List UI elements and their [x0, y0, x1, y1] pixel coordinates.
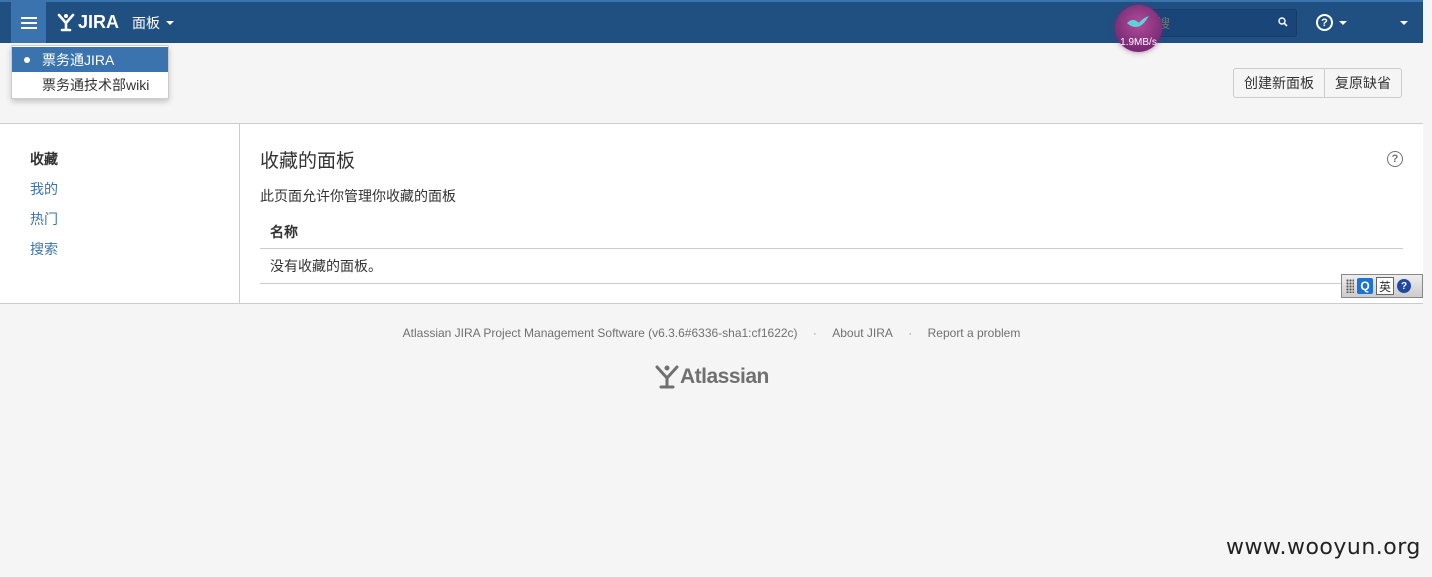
- chevron-down-icon: [1400, 20, 1408, 25]
- help-icon[interactable]: ?: [1387, 151, 1403, 167]
- chevron-down-icon: [1339, 20, 1347, 25]
- menu-icon: [20, 14, 37, 32]
- app-item-label: 票务通JIRA: [42, 51, 115, 68]
- jira-logo[interactable]: JIRA: [56, 10, 119, 34]
- table-row: 没有收藏的面板。: [260, 249, 1403, 284]
- create-dashboard-button[interactable]: 创建新面板: [1233, 68, 1325, 98]
- atlassian-logo[interactable]: Atlassian: [654, 364, 769, 390]
- network-speed-badge[interactable]: 1.9MB/s: [1115, 5, 1162, 52]
- logo-text: JIRA: [78, 11, 120, 32]
- atlassian-logo-text: Atlassian: [680, 365, 769, 388]
- footer-separator: ·: [812, 326, 817, 340]
- main-panel: 收藏 我的 热门 搜索 收藏的面板 ? 此页面允许你管理你收藏的面板 名称 没有…: [0, 123, 1423, 304]
- network-speed-text: 1.9MB/s: [1120, 37, 1157, 48]
- app-item-jira[interactable]: 票务通JIRA: [12, 47, 168, 72]
- search-input[interactable]: [1149, 10, 1269, 36]
- app-switcher-button[interactable]: [11, 2, 46, 43]
- atlassian-logo-icon: [655, 365, 679, 389]
- sidebar: 收藏 我的 热门 搜索: [0, 124, 240, 303]
- restore-default-button[interactable]: 复原缺省: [1325, 68, 1402, 98]
- report-problem-link[interactable]: Report a problem: [928, 326, 1021, 340]
- page-description: 此页面允许你管理你收藏的面板: [260, 188, 456, 204]
- content-area: 收藏的面板 ? 此页面允许你管理你收藏的面板 名称 没有收藏的面板。: [260, 124, 1403, 303]
- ime-help-icon[interactable]: ?: [1397, 279, 1411, 293]
- boards-menu[interactable]: 面板: [132, 2, 174, 43]
- top-header: JIRA 面板 ?: [0, 0, 1423, 43]
- boards-menu-label: 面板: [132, 14, 160, 31]
- app-item-wiki[interactable]: 票务通技术部wiki: [12, 72, 168, 97]
- drag-grip-icon[interactable]: [1346, 279, 1354, 293]
- footer: Atlassian JIRA Project Management Softwa…: [0, 326, 1423, 340]
- quick-search[interactable]: [1148, 9, 1297, 37]
- sidebar-item-mine[interactable]: 我的: [0, 178, 239, 208]
- about-jira-link[interactable]: About JIRA: [832, 326, 893, 340]
- column-header-name: 名称: [270, 224, 298, 240]
- user-menu[interactable]: [1394, 2, 1408, 43]
- footer-software-info: Atlassian JIRA Project Management Softwa…: [402, 326, 798, 340]
- footer-separator: ·: [908, 326, 913, 340]
- help-icon: ?: [1316, 14, 1333, 31]
- dashboard-actions: 创建新面板 复原缺省: [1233, 68, 1402, 98]
- ime-logo-icon[interactable]: Q: [1357, 278, 1373, 294]
- empty-message: 没有收藏的面板。: [270, 258, 382, 274]
- sidebar-item-search[interactable]: 搜索: [0, 238, 239, 268]
- watermark: www.wooyun.org: [1226, 535, 1421, 560]
- help-menu[interactable]: ?: [1316, 2, 1347, 43]
- sidebar-item-favorites[interactable]: 收藏: [0, 148, 239, 178]
- chevron-down-icon: [166, 20, 174, 25]
- table-header: 名称: [260, 216, 1403, 249]
- page-title: 收藏的面板: [260, 151, 356, 172]
- app-item-label: 票务通技术部wiki: [42, 76, 150, 93]
- search-icon[interactable]: [1278, 17, 1288, 27]
- ime-toolbar[interactable]: Q 英 ?: [1341, 274, 1423, 298]
- ime-language-toggle[interactable]: 英: [1376, 277, 1394, 295]
- sidebar-item-popular[interactable]: 热门: [0, 208, 239, 238]
- app-switcher-dropdown: 票务通JIRA 票务通技术部wiki: [11, 45, 169, 99]
- bird-icon: [1127, 16, 1149, 27]
- jira-logo-icon: [57, 13, 75, 32]
